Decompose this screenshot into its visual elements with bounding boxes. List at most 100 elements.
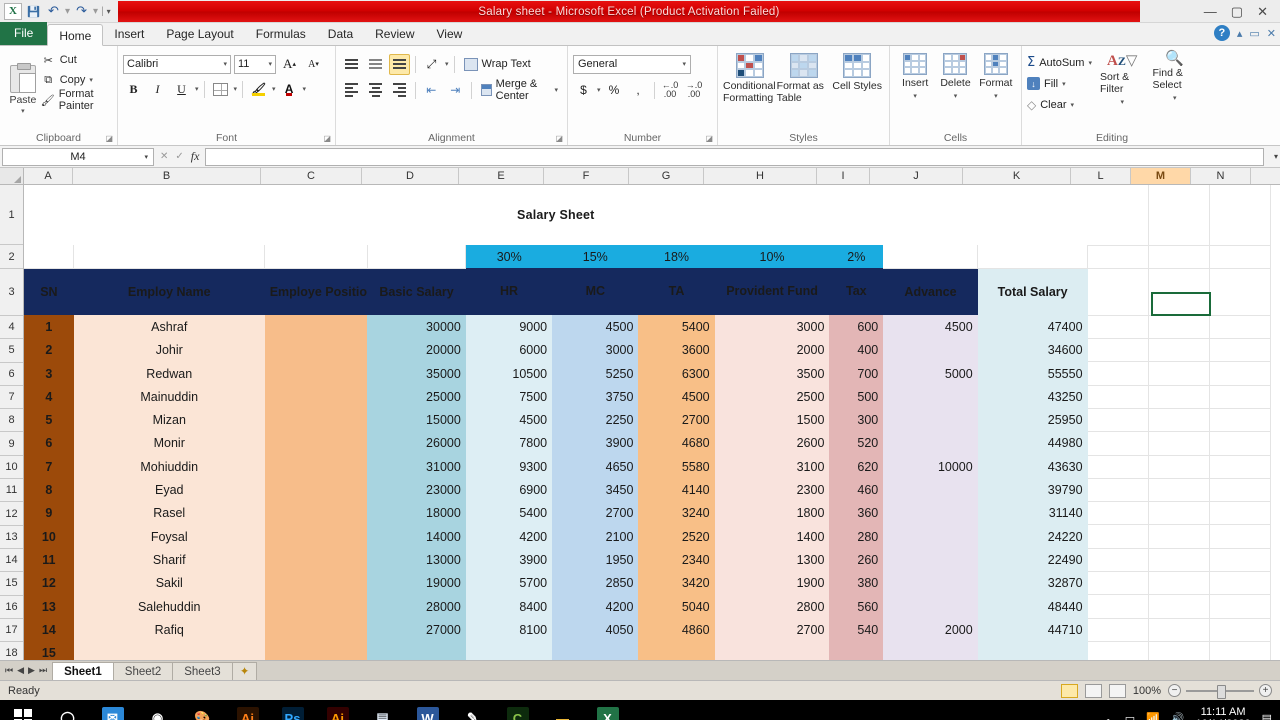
cell-provident-fund-row1[interactable]: 3000 bbox=[714, 315, 830, 339]
cell-tax-row7[interactable]: 620 bbox=[829, 455, 884, 479]
column-header-A[interactable]: A bbox=[24, 168, 73, 184]
cell-advance-row6[interactable] bbox=[883, 431, 978, 456]
cell-name-row10[interactable]: Foysal bbox=[73, 524, 265, 549]
row-header-7[interactable]: 7 bbox=[0, 385, 23, 410]
undo-dropdown-icon[interactable]: ▾ bbox=[65, 6, 70, 17]
cell-hr-row11[interactable]: 3900 bbox=[465, 548, 553, 572]
cell-B2[interactable] bbox=[73, 245, 266, 269]
cell-advance-row8[interactable] bbox=[883, 478, 978, 502]
minimize-ribbon-icon[interactable]: ▴ bbox=[1237, 27, 1243, 40]
cell-M7[interactable] bbox=[1148, 385, 1210, 409]
first-sheet-icon[interactable]: ⏮ bbox=[5, 665, 13, 676]
sheet-tab-sheet1[interactable]: Sheet1 bbox=[52, 662, 114, 680]
row-header-1[interactable]: 1 bbox=[0, 185, 23, 245]
cell-name-row12[interactable]: Sakil bbox=[73, 571, 265, 595]
percent-ta[interactable]: 18% bbox=[638, 245, 715, 269]
number-dialog-launcher-icon[interactable]: ◪ bbox=[705, 134, 713, 143]
cell-ta-row5[interactable]: 2700 bbox=[638, 408, 715, 432]
formula-input[interactable] bbox=[205, 147, 1264, 166]
format-as-table-button[interactable]: Format as Table bbox=[777, 53, 831, 131]
cell-hr-row13[interactable]: 8400 bbox=[465, 594, 553, 619]
restore-window-icon[interactable]: ▭ bbox=[1249, 27, 1259, 40]
cell-provident-fund-row13[interactable]: 2800 bbox=[714, 594, 830, 619]
column-header-H[interactable]: H bbox=[704, 168, 817, 184]
cell-sn-row12[interactable]: 12 bbox=[24, 571, 74, 595]
align-top-button[interactable] bbox=[341, 54, 362, 75]
normal-view-button[interactable] bbox=[1060, 683, 1078, 698]
shrink-font-icon[interactable]: A ▾ bbox=[303, 54, 324, 75]
cell-position-row10[interactable] bbox=[264, 524, 368, 549]
cell-total-salary-row15[interactable] bbox=[977, 641, 1088, 660]
cell-total-salary-row2[interactable]: 34600 bbox=[977, 338, 1088, 362]
header-hr[interactable]: HR bbox=[465, 268, 553, 316]
cell-position-row6[interactable] bbox=[264, 431, 368, 456]
prev-sheet-icon[interactable]: ◀ bbox=[17, 665, 24, 676]
cell-L2[interactable] bbox=[1087, 245, 1149, 269]
cell-total-salary-row8[interactable]: 39790 bbox=[977, 478, 1088, 502]
cell-N16[interactable] bbox=[1209, 594, 1272, 619]
cell-provident-fund-row8[interactable]: 2300 bbox=[714, 478, 830, 502]
cell-provident-fund-row12[interactable]: 1900 bbox=[714, 571, 830, 595]
column-header-B[interactable]: B bbox=[73, 168, 261, 184]
align-middle-button[interactable] bbox=[365, 54, 386, 75]
minimize-button[interactable]: — bbox=[1204, 4, 1217, 19]
cell-tax-row4[interactable]: 500 bbox=[829, 385, 884, 409]
cell-sn-row6[interactable]: 6 bbox=[24, 431, 74, 456]
row-header-3[interactable]: 3 bbox=[0, 269, 23, 316]
font-name-input[interactable]: Calibri ▾ bbox=[123, 54, 231, 74]
borders-button[interactable] bbox=[210, 79, 231, 100]
cell-name-row14[interactable]: Rafiq bbox=[73, 618, 265, 642]
sort-filter-dropdown-icon[interactable]: ▾ bbox=[1120, 97, 1124, 109]
cell-ta-row4[interactable]: 4500 bbox=[638, 385, 715, 409]
column-header-J[interactable]: J bbox=[870, 168, 963, 184]
undo-icon[interactable]: ↶ bbox=[45, 3, 62, 20]
cell-provident-fund-row11[interactable]: 1300 bbox=[714, 548, 830, 572]
fill-dropdown-icon[interactable]: ▾ bbox=[1062, 80, 1066, 88]
cell-name-row11[interactable]: Sharif bbox=[73, 548, 265, 572]
cell-name-row2[interactable]: Johir bbox=[73, 338, 265, 362]
cell-total-salary-row7[interactable]: 43630 bbox=[977, 455, 1088, 479]
underline-dropdown-icon[interactable]: ▾ bbox=[195, 85, 199, 93]
cell-hr-row1[interactable]: 9000 bbox=[465, 315, 553, 339]
taskbar-camtasia[interactable]: C bbox=[495, 700, 540, 720]
cell-advance-row2[interactable] bbox=[883, 338, 978, 362]
cell-sn-row2[interactable]: 2 bbox=[24, 338, 74, 362]
volume-icon[interactable]: 🔊 bbox=[1171, 712, 1185, 720]
cell-mc-row9[interactable]: 2700 bbox=[552, 501, 639, 525]
row-header-6[interactable]: 6 bbox=[0, 362, 23, 386]
network-icon[interactable]: 📶 bbox=[1146, 712, 1160, 720]
font-color-dropdown-icon[interactable]: ▾ bbox=[303, 85, 307, 93]
cell-advance-row1[interactable]: 4500 bbox=[883, 315, 978, 339]
tab-formulas[interactable]: Formulas bbox=[245, 23, 317, 45]
cell-name-row8[interactable]: Eyad bbox=[73, 478, 265, 502]
cell-ta-row11[interactable]: 2340 bbox=[638, 548, 715, 572]
cell-total-salary-row11[interactable]: 22490 bbox=[977, 548, 1088, 572]
redo-icon[interactable]: ↷ bbox=[73, 3, 90, 20]
action-center-icon[interactable]: ▤ bbox=[1262, 712, 1272, 720]
font-color-button[interactable]: A bbox=[279, 79, 300, 100]
merge-center-dropdown-icon[interactable]: ▾ bbox=[555, 86, 559, 94]
cell-N15[interactable] bbox=[1209, 571, 1272, 596]
row-header-5[interactable]: 5 bbox=[0, 339, 23, 363]
zoom-slider[interactable]: − + bbox=[1168, 684, 1272, 699]
cell-L17[interactable] bbox=[1087, 618, 1149, 642]
cell-hr-row10[interactable]: 4200 bbox=[465, 524, 553, 549]
cell-mc-row15[interactable] bbox=[552, 641, 639, 660]
cell-L18[interactable] bbox=[1087, 641, 1149, 660]
cell-position-row9[interactable] bbox=[264, 501, 368, 525]
taskbar-paint-3d[interactable]: ✎ bbox=[450, 700, 495, 720]
align-left-button[interactable] bbox=[341, 80, 362, 101]
cell-name-row9[interactable]: Rasel bbox=[73, 501, 265, 525]
cell-N8[interactable] bbox=[1209, 408, 1272, 433]
cell-basic-salary-row10[interactable]: 14000 bbox=[367, 524, 466, 549]
cell-L10[interactable] bbox=[1087, 455, 1149, 479]
percent-style-button[interactable]: % bbox=[604, 80, 625, 101]
cell-K2[interactable] bbox=[977, 245, 1089, 269]
cell-N4[interactable] bbox=[1209, 315, 1272, 340]
cell-hr-row8[interactable]: 6900 bbox=[465, 478, 553, 502]
cell-tax-row1[interactable]: 600 bbox=[829, 315, 884, 339]
cell-tax-row2[interactable]: 400 bbox=[829, 338, 884, 362]
cell-provident-fund-row14[interactable]: 2700 bbox=[714, 618, 830, 642]
expand-formula-bar-icon[interactable]: ▾ bbox=[1274, 152, 1278, 161]
taskbar-google-chrome[interactable]: ◉ bbox=[135, 700, 180, 720]
